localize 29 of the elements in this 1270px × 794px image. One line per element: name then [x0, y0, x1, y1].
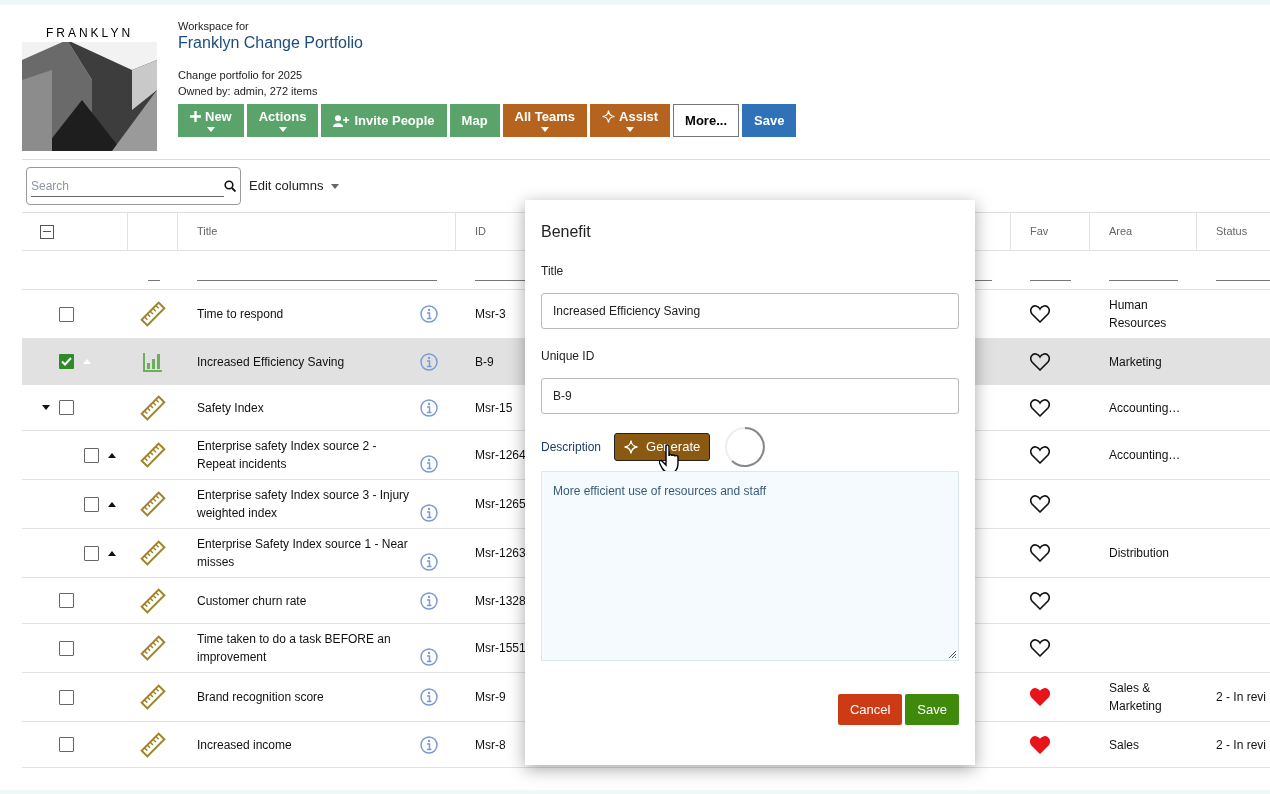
- area-cell-text: Sales: [1109, 736, 1140, 754]
- id-cell-text: Msr-1551: [475, 640, 526, 657]
- area-cell-text: Sales & Marketing: [1109, 680, 1163, 715]
- status-cell-text: 2 - In revi: [1216, 689, 1266, 706]
- field-label: Title: [541, 263, 565, 280]
- workspace-description: Change portfolio for 2025: [178, 68, 304, 83]
- area-cell-text: Marketing: [1109, 353, 1162, 371]
- dialog-title: Benefit: [541, 222, 592, 242]
- workspace-title: Franklyn Change Portfolio: [178, 33, 364, 53]
- workspace-caption: Workspace for: [178, 20, 250, 33]
- area-cell-text: Accounting…: [1109, 447, 1181, 464]
- area-cell-text: Accounting…: [1109, 399, 1181, 417]
- id-cell-text: B-9: [475, 353, 494, 371]
- id-cell-text: Msr-15: [475, 399, 513, 417]
- id-cell-text: Msr-1263: [475, 545, 526, 562]
- id-cell-text: Msr-9: [475, 689, 506, 706]
- status-cell-text: 2 - In revi: [1216, 736, 1266, 754]
- id-cell-text: Msr-1264: [475, 447, 526, 464]
- owner-text: Owned by: admin, 272 items: [178, 84, 319, 99]
- field-label: Description: [541, 439, 602, 456]
- id-cell-text: Msr-8: [475, 736, 506, 754]
- field-label: Unique ID: [541, 348, 596, 365]
- id-cell-text: Msr-1328: [475, 592, 526, 610]
- description-text: More efficient use of resources and staff: [553, 484, 766, 498]
- id-cell-text: Msr-3: [475, 306, 506, 323]
- id-cell-text: Msr-1265: [475, 496, 526, 513]
- area-cell-text: Human Resources: [1109, 297, 1168, 332]
- area-cell-text: Distribution: [1109, 545, 1170, 562]
- logo-text: FRANKLYN: [45, 25, 134, 42]
